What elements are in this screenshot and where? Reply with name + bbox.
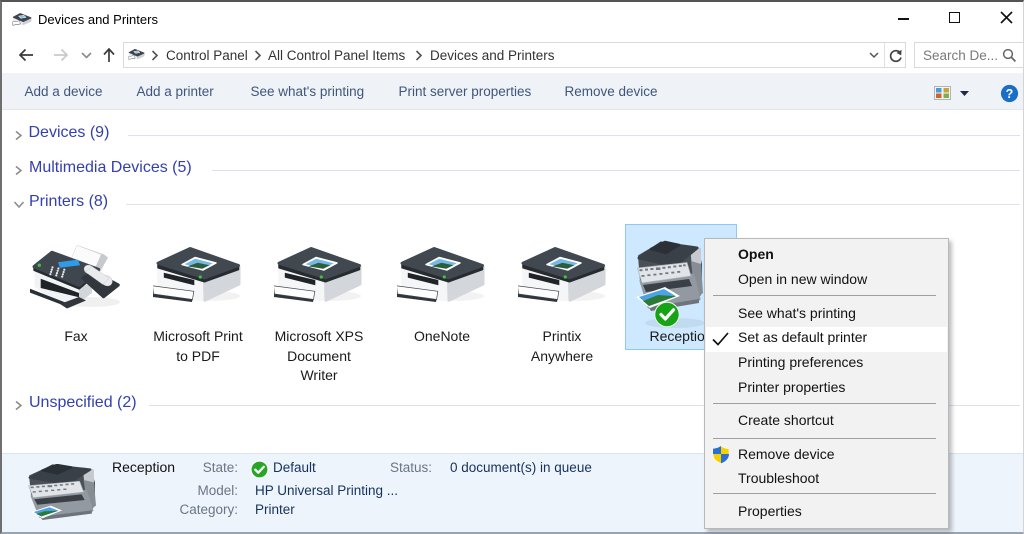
svg-text:?: ? <box>1006 87 1014 101</box>
